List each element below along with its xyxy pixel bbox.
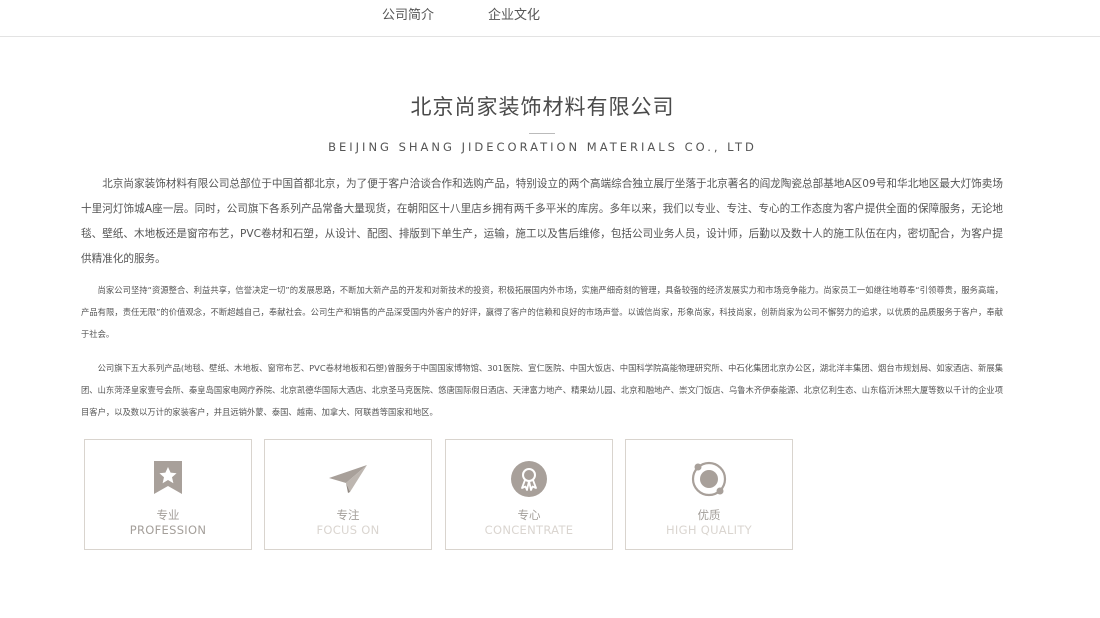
feature-card-concentrate[interactable]: 专心 CONCENTRATE: [445, 439, 613, 550]
feature-card-high-quality[interactable]: 优质 HIGH QUALITY: [625, 439, 793, 550]
feature-label-en: FOCUS ON: [316, 523, 380, 537]
star-badge-icon: [154, 461, 182, 494]
top-nav: 公司简介 企业文化: [0, 0, 1100, 37]
nav-item-corporate-culture[interactable]: 企业文化: [488, 4, 540, 23]
feature-list: 专业 PROFESSION 专注 FOCUS ON 专心 CONCENTRATE…: [84, 439, 795, 551]
orbit-quality-icon: [691, 461, 727, 497]
clients-paragraph: 公司旗下五大系列产品(地毯、壁纸、木地板、窗帘布艺、PVC卷材地板和石塑)曾服务…: [81, 363, 1003, 417]
page-subtitle: BEIJING SHANG JIDECORATION MATERIALS CO.…: [328, 140, 757, 154]
feature-card-profession[interactable]: 专业 PROFESSION: [84, 439, 252, 550]
award-medal-icon: [511, 461, 547, 497]
philosophy-paragraph: 尚家公司坚持“资源整合、利益共享，信誉决定一切”的发展思路，不断加大新产品的开发…: [81, 285, 1003, 339]
intro-paragraph: 北京尚家装饰材料有限公司总部位于中国首都北京，为了便于客户洽谈合作和选购产品，特…: [81, 178, 1003, 265]
feature-label-cn: 专注: [336, 508, 360, 522]
feature-label-cn: 优质: [697, 508, 721, 522]
feature-label-en: HIGH QUALITY: [665, 523, 753, 537]
feature-card-focus[interactable]: 专注 FOCUS ON: [264, 439, 432, 550]
feature-label-cn: 专业: [156, 508, 180, 522]
feature-label-cn: 专心: [517, 508, 541, 522]
title-divider: [529, 133, 555, 134]
feature-label-en: CONCENTRATE: [484, 523, 574, 537]
feature-label-en: PROFESSION: [129, 523, 207, 537]
nav-item-company-profile[interactable]: 公司简介: [382, 4, 434, 23]
paper-plane-icon: [329, 465, 367, 493]
page-title: 北京尚家装饰材料有限公司: [410, 95, 675, 119]
